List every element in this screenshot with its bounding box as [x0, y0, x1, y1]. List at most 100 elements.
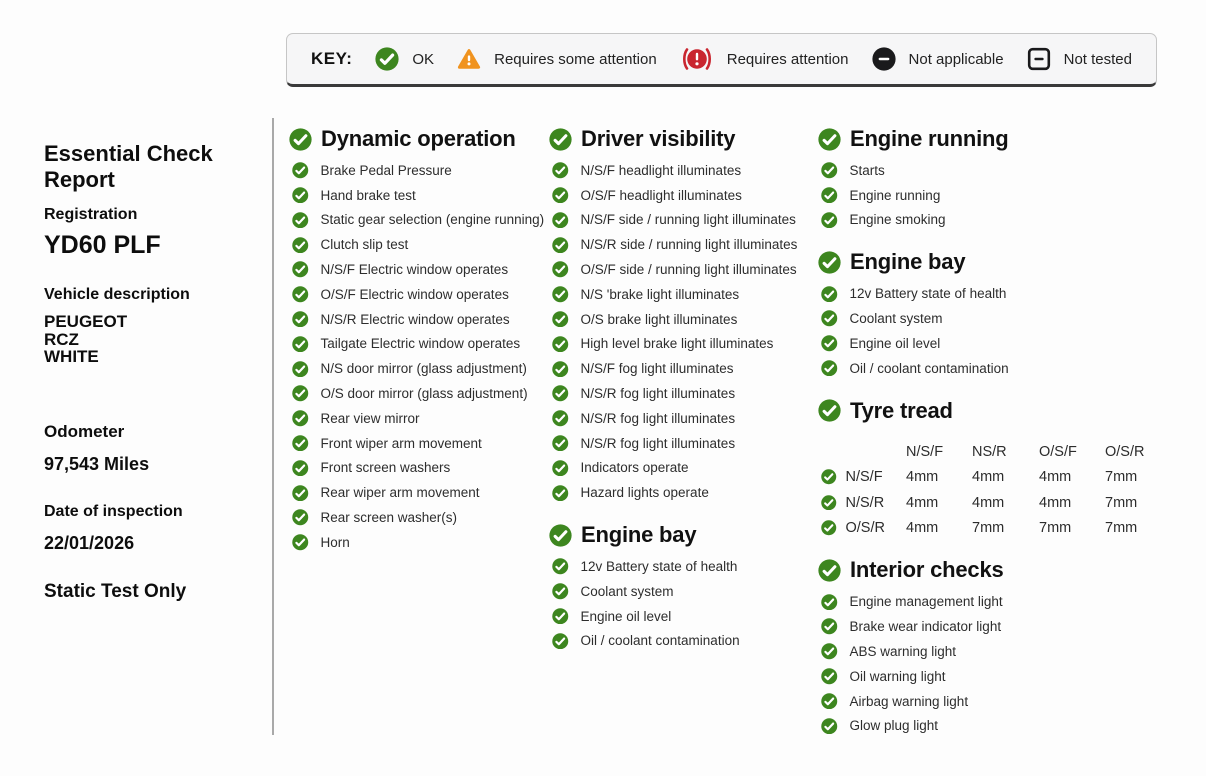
ok-icon [292, 212, 309, 229]
check-item: Rear view mirror [289, 406, 547, 431]
check-item-label: 12v Battery state of health [581, 559, 738, 574]
check-item: 12v Battery state of health [818, 281, 1164, 306]
check-item: Coolant system [818, 306, 1164, 331]
ok-icon [292, 237, 309, 254]
check-item: Oil warning light [818, 664, 1164, 689]
check-item: Engine oil level [818, 331, 1164, 356]
section-dynamic-operation: Dynamic operation Brake Pedal Pressure Han… [289, 120, 547, 555]
check-item-label: Engine oil level [581, 609, 672, 624]
ok-icon [552, 237, 569, 254]
vehicle-description-value: PEUGEOT RCZ WHITE [44, 313, 272, 366]
odometer-label: Odometer [44, 422, 272, 441]
ok-icon [552, 162, 569, 179]
ok-icon [821, 212, 838, 229]
ok-icon [552, 361, 569, 378]
key-item-label: Requires some attention [494, 51, 657, 68]
check-item: Clutch slip test [289, 232, 547, 257]
check-item-label: Indicators operate [581, 460, 689, 475]
ok-icon [821, 520, 837, 536]
tyre-tread-table: N/S/FNS/RO/S/FO/S/RN/S/F4mm4mm4mm7mmN/S/… [818, 439, 1164, 541]
ok-icon [821, 469, 837, 485]
check-item: O/S/F headlight illuminates [549, 183, 817, 208]
tyre-tread-value: 7mm [1105, 490, 1171, 515]
ok-icon [818, 251, 841, 274]
check-item: Coolant system [549, 579, 817, 604]
check-item-label: Tailgate Electric window operates [321, 336, 521, 351]
ok-icon [552, 311, 569, 328]
ok-icon [552, 385, 569, 402]
section-title: Engine running [850, 126, 1009, 152]
ok-icon [821, 310, 838, 327]
check-item-label: Hand brake test [321, 188, 416, 203]
section-heading: Tyre tread [818, 392, 1164, 430]
check-item-label: Oil / coolant contamination [850, 361, 1009, 376]
ok-icon [552, 187, 569, 204]
check-item-label: N/S/F fog light illuminates [581, 361, 734, 376]
key-item-requires-some-attention: Requires some attention [457, 47, 657, 71]
ok-icon [821, 335, 838, 352]
check-item: Brake wear indicator light [818, 614, 1164, 639]
check-item-label: Rear view mirror [321, 411, 420, 426]
ok-icon [552, 608, 569, 625]
tyre-table-col-header: O/S/F [1039, 439, 1105, 465]
check-item-label: ABS warning light [850, 644, 957, 659]
ok-icon [549, 524, 572, 547]
key-bar: KEY: OK Requires some attention Requires a… [286, 33, 1157, 87]
key-item-requires-attention: Requires attention [680, 47, 849, 71]
ok-icon [552, 435, 569, 452]
vehicle-description-label: Vehicle description [44, 286, 272, 304]
section-engine-bay: Engine bay12v Battery state of healthCoo… [549, 516, 817, 653]
check-item-label: Rear screen washer(s) [321, 510, 458, 525]
ok-icon [821, 618, 838, 635]
check-item: Rear screen washer(s) [289, 505, 547, 530]
check-item: Brake Pedal Pressure [289, 158, 547, 183]
check-item: N/S door mirror (glass adjustment) [289, 356, 547, 381]
ok-icon [292, 509, 309, 526]
tyre-tread-value: 7mm [972, 515, 1039, 540]
tyre-table-col-header: O/S/R [1105, 439, 1171, 465]
check-item-label: Brake Pedal Pressure [321, 163, 452, 178]
key-item-not-applicable: Not applicable [872, 47, 1004, 71]
registration-value: YD60 PLF [44, 231, 272, 260]
check-item: Tailgate Electric window operates [289, 332, 547, 357]
inspection-date-value: 22/01/2026 [44, 533, 272, 554]
ok-icon [292, 311, 309, 328]
ok-icon [292, 361, 309, 378]
ok-icon [292, 385, 309, 402]
report-sidebar: Essential Check Report Registration YD60… [44, 141, 272, 603]
tyre-table-corner [818, 439, 906, 465]
column-3: Engine runningStartsEngine runningEngine… [818, 120, 1164, 738]
key-item-label: Not tested [1064, 51, 1132, 68]
vehicle-make: PEUGEOT [44, 313, 272, 331]
ok-icon [821, 187, 838, 204]
check-item-label: Front wiper arm movement [321, 436, 482, 451]
check-item-label: N/S/R fog light illuminates [581, 386, 736, 401]
ok-icon [552, 583, 569, 600]
not-applicable-icon [872, 47, 896, 71]
ok-icon [818, 559, 841, 582]
ok-icon [292, 435, 309, 452]
check-item-label: Brake wear indicator light [850, 619, 1002, 634]
tyre-tread-value: 7mm [1039, 515, 1105, 540]
check-item: O/S/F side / running light illuminates [549, 257, 817, 282]
check-item-label: O/S/F side / running light illuminates [581, 262, 797, 277]
ok-icon [552, 261, 569, 278]
ok-icon [818, 128, 841, 151]
check-item: High level brake light illuminates [549, 332, 817, 357]
tyre-tread-value: 4mm [906, 465, 972, 490]
ok-icon [292, 261, 309, 278]
section-title: Engine bay [850, 249, 965, 275]
ok-icon [292, 410, 309, 427]
check-item-label: Airbag warning light [850, 694, 969, 709]
section-driver-visibility: Driver visibilityN/S/F headlight illumin… [549, 120, 817, 505]
key-label: KEY: [311, 49, 352, 69]
check-item: 12v Battery state of health [549, 554, 817, 579]
ok-icon [292, 286, 309, 303]
key-item-label: OK [412, 51, 434, 68]
section-heading: Dynamic operation [289, 120, 547, 158]
check-item-label: Hazard lights operate [581, 485, 709, 500]
ok-icon [552, 460, 569, 477]
key-item-not-tested: Not tested [1027, 47, 1132, 71]
ok-icon [375, 47, 399, 71]
tyre-position-label: N/S/R [846, 495, 885, 511]
